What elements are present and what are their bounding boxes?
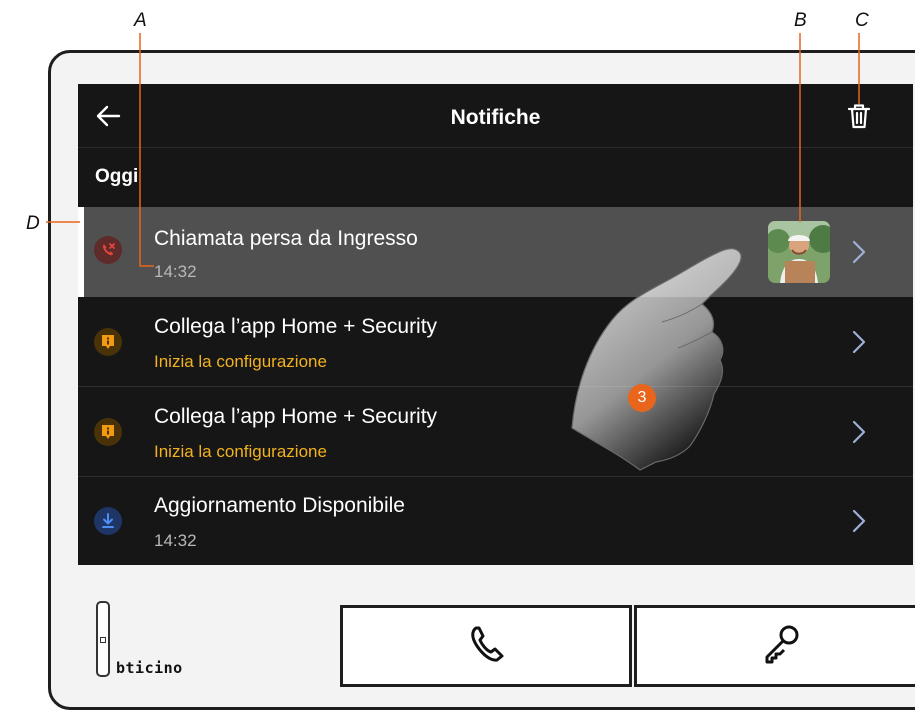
header-bar: Notifiche <box>78 84 913 148</box>
missed-call-icon <box>94 236 122 264</box>
notification-subtitle: Inizia la configurazione <box>154 442 327 461</box>
brand-logo: bticino <box>96 601 211 681</box>
notification-title: Collega l’app Home + Security <box>154 315 438 338</box>
brand-name: bticino <box>116 659 183 677</box>
notification-row-connect-app[interactable]: Collega l’app Home + Security Inizia la … <box>78 297 913 387</box>
annotation-label-b: B <box>794 10 807 31</box>
notification-subtitle: Inizia la configurazione <box>154 352 327 371</box>
chevron-right-icon <box>851 508 867 534</box>
notification-row-update-available[interactable]: Aggiornamento Disponibile 14:32 <box>78 477 913 565</box>
notification-title: Chiamata persa da Ingresso <box>154 227 418 250</box>
led-dot-icon <box>100 637 106 643</box>
section-title-today: Oggi <box>95 166 139 187</box>
annotation-label-a: A <box>134 10 147 31</box>
chevron-right-icon <box>851 419 867 445</box>
page-title: Notifiche <box>450 106 541 129</box>
notification-row-missed-call[interactable]: Chiamata persa da Ingresso 14:32 <box>78 207 913 297</box>
trash-icon <box>847 104 871 129</box>
notification-row-connect-app[interactable]: Collega l’app Home + Security Inizia la … <box>78 387 913 477</box>
door-open-button[interactable] <box>634 605 915 687</box>
notification-title: Aggiornamento Disponibile <box>154 494 405 517</box>
delete-button[interactable] <box>846 102 872 130</box>
bottom-bar: bticino <box>48 597 915 687</box>
step-marker: 3 <box>628 384 656 412</box>
chevron-right-icon <box>851 239 867 265</box>
phone-icon <box>471 626 504 662</box>
notification-timestamp: 14:32 <box>154 531 197 550</box>
key-icon <box>765 625 799 664</box>
download-icon <box>94 507 122 535</box>
chevron-right-icon <box>851 329 867 355</box>
annotation-label-d: D <box>26 213 40 234</box>
call-button[interactable] <box>340 605 632 687</box>
visitor-snapshot-thumbnail[interactable] <box>768 221 830 283</box>
notification-timestamp: 14:32 <box>154 262 197 281</box>
info-alert-icon <box>94 418 122 446</box>
selected-row-indicator <box>78 207 84 297</box>
annotation-label-c: C <box>855 10 869 31</box>
notification-title: Collega l’app Home + Security <box>154 405 438 428</box>
notifications-screen: Notifiche Oggi Chiamata persa da Ingress… <box>78 84 913 565</box>
info-alert-icon <box>94 328 122 356</box>
